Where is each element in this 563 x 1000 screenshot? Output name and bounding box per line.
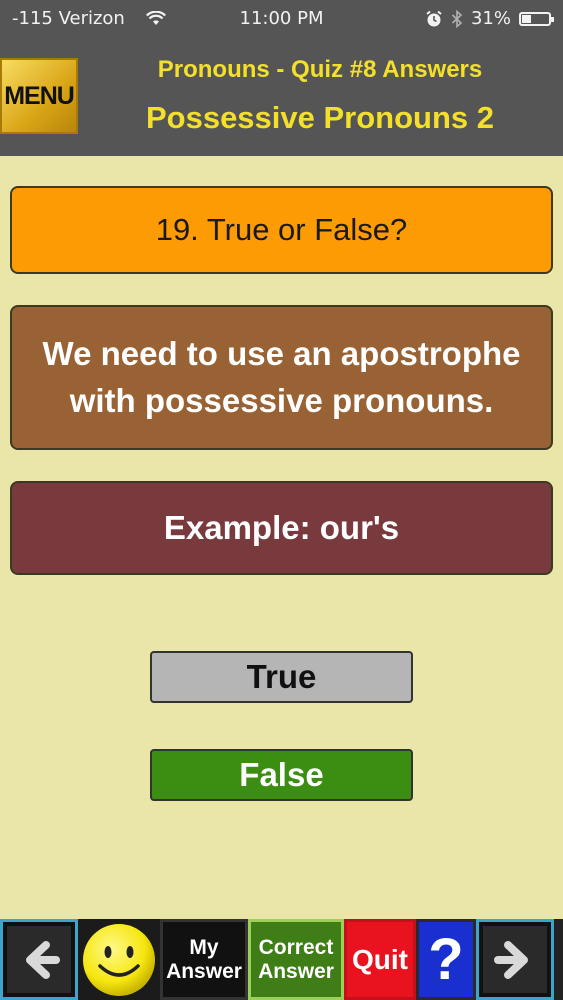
back-button[interactable]: [0, 919, 78, 1000]
battery-icon: [519, 11, 554, 26]
question-number-label: 19. True or False?: [155, 212, 408, 247]
quit-label: Quit: [352, 943, 408, 975]
question-number-card: 19. True or False?: [10, 186, 553, 274]
bottom-toolbar: My Answer Correct Answer Quit ?: [0, 919, 563, 1000]
battery-fill: [522, 14, 531, 23]
false-button[interactable]: False: [150, 749, 413, 801]
menu-button[interactable]: MENU: [0, 58, 78, 134]
help-icon: ?: [428, 927, 464, 992]
left-arrow-icon: [26, 940, 60, 979]
my-answer-line1: My: [189, 935, 219, 959]
alarm-icon: [426, 10, 442, 26]
my-answer-button[interactable]: My Answer: [160, 919, 248, 1000]
status-right: 31%: [425, 8, 554, 29]
smiley-face-icon: [83, 923, 155, 996]
forward-button[interactable]: [476, 919, 554, 1000]
app-header: MENU Pronouns - Quiz #8 Answers Possessi…: [0, 38, 563, 156]
battery-percent: 31%: [470, 8, 511, 29]
true-button[interactable]: True: [150, 651, 413, 703]
quit-button[interactable]: Quit: [344, 919, 416, 1000]
correct-answer-line2: Answer: [258, 959, 334, 983]
example-card: Example: our's: [10, 481, 553, 575]
quiz-title: Pronouns - Quiz #8 Answers: [157, 56, 483, 83]
status-bar: -115 Verizon 11:00 PM 31%: [0, 0, 563, 38]
statement-text: We need to use an apostrophe with posses…: [42, 335, 521, 419]
smiley-button[interactable]: [78, 919, 160, 1000]
help-button[interactable]: ?: [416, 919, 476, 1000]
example-text: Example: our's: [163, 509, 400, 546]
right-arrow-icon: [494, 940, 528, 979]
correct-answer-button[interactable]: Correct Answer: [248, 919, 344, 1000]
quiz-subtitle: Possessive Pronouns 2: [145, 100, 495, 135]
my-answer-line2: Answer: [166, 959, 242, 983]
statement-card: We need to use an apostrophe with posses…: [10, 305, 553, 450]
bluetooth-icon: [451, 9, 463, 28]
correct-answer-line1: Correct: [258, 935, 334, 959]
